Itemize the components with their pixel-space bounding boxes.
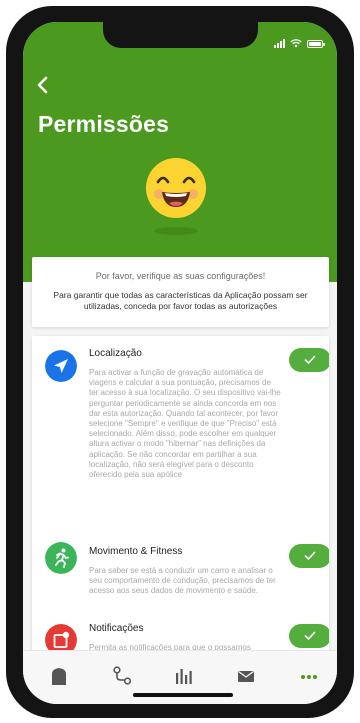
permission-description: Para activar a função de gravação automá… [89,368,281,480]
info-heading: Por favor, verifique as suas configuraçõ… [95,271,266,281]
stats-icon[interactable] [173,665,195,687]
route-icon[interactable] [111,665,133,687]
page-title: Permissões [38,111,170,137]
permissions-list: Localização Para activar a função de gra… [32,336,329,666]
check-icon [304,551,316,560]
app-screen: Permissões Por favor, verifique as suas … [23,22,337,704]
location-arrow-icon [45,350,77,382]
status-bar [274,39,325,48]
mail-icon[interactable] [235,665,257,687]
check-icon [304,631,316,640]
smiling-face-icon [146,158,206,235]
permission-title: Localização [89,348,142,359]
signal-icon [274,39,285,48]
phone-frame: Permissões Por favor, verifique as suas … [6,6,354,718]
settings-check-card: Por favor, verifique as suas configuraçõ… [32,257,329,327]
battery-icon [307,39,325,48]
running-person-icon [45,542,77,574]
permission-title: Movimento & Fitness [89,546,183,557]
notifications-toggle[interactable] [289,624,329,648]
more-icon[interactable] [298,665,320,687]
device-notch [103,22,258,48]
home-icon[interactable] [48,665,70,687]
check-icon [304,355,316,364]
info-body: Para garantir que todas as característic… [53,290,308,311]
permission-title: Notificações [89,623,144,634]
wifi-icon [290,39,302,48]
motion-fitness-toggle[interactable] [289,544,329,568]
permission-description: Para saber se está a conduzir um carro e… [89,566,276,596]
home-indicator [133,693,233,697]
location-toggle[interactable] [289,348,329,372]
back-arrow-icon[interactable] [33,74,53,96]
